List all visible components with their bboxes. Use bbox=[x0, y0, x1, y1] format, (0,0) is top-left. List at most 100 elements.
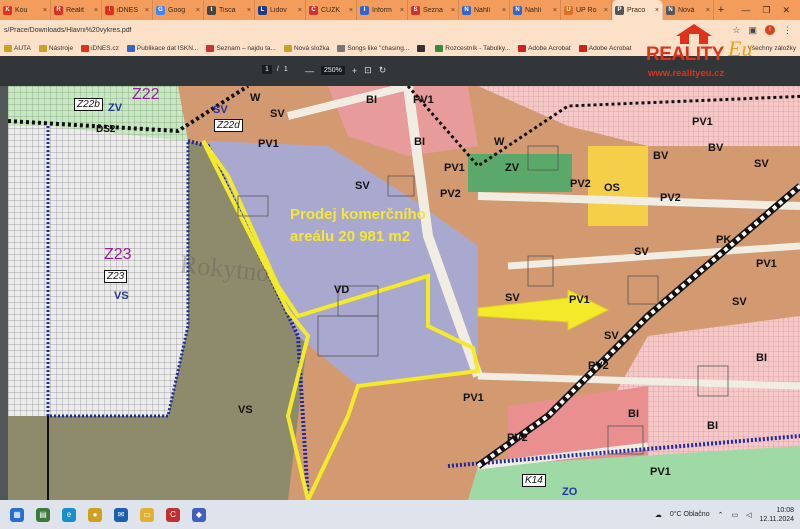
bookmark-item[interactable]: AUTA bbox=[4, 44, 31, 52]
zoom-out-button[interactable]: — bbox=[305, 66, 314, 76]
tab-close-icon[interactable]: × bbox=[196, 7, 200, 14]
bookmark-item[interactable]: Publikace dat ISKN... bbox=[126, 44, 199, 52]
browser-tab[interactable]: t Tisca × bbox=[204, 0, 255, 20]
close-button[interactable]: ✕ bbox=[782, 5, 790, 16]
tab-label: Sezna bbox=[423, 6, 443, 14]
browser-tab[interactable]: S Sezna × bbox=[408, 0, 459, 20]
bookmark-label: Publikace dat ISKN... bbox=[136, 44, 199, 52]
browser-tab[interactable]: I Inform × bbox=[357, 0, 408, 20]
browser-tab[interactable]: L Lidov × bbox=[255, 0, 306, 20]
zoom-in-button[interactable]: + bbox=[352, 66, 357, 76]
browser-tab[interactable]: Ú ÚP Ro × bbox=[561, 0, 612, 20]
sale-annotation-line2: areálu 20 981 m2 bbox=[290, 228, 411, 245]
map-label: ZO bbox=[562, 486, 578, 498]
start-icon[interactable]: ▦ bbox=[10, 507, 24, 522]
browser-tab[interactable]: N Nahlí × bbox=[459, 0, 510, 20]
edge-icon[interactable]: e bbox=[62, 507, 76, 522]
browser-tab[interactable]: K Kou × bbox=[0, 0, 51, 20]
browser-tab[interactable]: G Goog × bbox=[153, 0, 204, 20]
new-tab-button[interactable]: + bbox=[714, 0, 728, 20]
bookmark-label: iDNES.cz bbox=[91, 44, 119, 52]
tab-close-icon[interactable]: × bbox=[400, 7, 404, 14]
tab-close-icon[interactable]: × bbox=[349, 7, 353, 14]
bookmark-item[interactable]: Rozcestník - Tabulky... bbox=[435, 44, 510, 52]
page-control: 1 / 1 bbox=[262, 65, 288, 74]
url-field[interactable]: s/Prace/Downloads/Hlavni%20vykres.pdf bbox=[0, 27, 560, 34]
mail-icon[interactable]: ✉ bbox=[114, 507, 128, 522]
restore-button[interactable]: ❐ bbox=[762, 5, 770, 16]
bookmark-item[interactable]: Adobe Acrobat bbox=[578, 44, 631, 52]
bookmark-item[interactable]: Nástroje bbox=[38, 44, 73, 52]
tab-label: Nahlí bbox=[474, 6, 491, 14]
ccleaner-icon[interactable]: C bbox=[166, 507, 180, 522]
weather-icon[interactable]: ☁ bbox=[655, 511, 662, 519]
tab-close-icon[interactable]: × bbox=[502, 7, 506, 14]
browser-tab[interactable]: N Nahlí × bbox=[510, 0, 561, 20]
tab-favicon-icon: S bbox=[411, 5, 420, 15]
bookmark-item[interactable]: Nová složka bbox=[283, 44, 329, 52]
bookmark-item[interactable]: Seznam – najdu ta... bbox=[206, 44, 276, 52]
map-label: ZV bbox=[108, 102, 123, 114]
network-icon[interactable]: ▭ bbox=[731, 511, 738, 519]
tab-close-icon[interactable]: × bbox=[43, 7, 47, 14]
tab-close-icon[interactable]: × bbox=[451, 7, 455, 14]
reality-eu-logo: REALITY Eu www.realityeu.cz bbox=[646, 20, 776, 82]
clock[interactable]: 10:08 12.11.2024 bbox=[759, 506, 794, 524]
map-label: PV2 bbox=[440, 188, 461, 200]
tab-favicon-icon: K bbox=[3, 5, 12, 15]
tray-chevron-icon[interactable]: ⌃ bbox=[718, 511, 724, 519]
map-label: PV1 bbox=[463, 392, 484, 404]
map-label: PV1 bbox=[569, 294, 590, 306]
browser-tab[interactable]: N Nová × bbox=[663, 0, 714, 20]
tab-close-icon[interactable]: × bbox=[604, 7, 608, 14]
box-label-z22b: Z22b bbox=[74, 98, 103, 111]
weather-text[interactable]: 0°C Oblačno bbox=[670, 511, 710, 518]
tab-favicon-icon: N bbox=[513, 5, 522, 15]
tab-close-icon[interactable]: × bbox=[298, 7, 302, 14]
bookmark-item[interactable]: iDNES.cz bbox=[81, 44, 119, 52]
zone-label-z23: Z23 bbox=[104, 246, 132, 263]
sale-annotation-line1: Prodej komerčního bbox=[290, 206, 426, 223]
tab-label: Kou bbox=[15, 6, 28, 14]
tab-favicon-icon: Ú bbox=[564, 5, 573, 15]
browser-tab[interactable]: Č ČÚZK × bbox=[306, 0, 357, 20]
rotate-icon[interactable]: ↻ bbox=[379, 65, 387, 76]
bookmark-item[interactable] bbox=[417, 44, 427, 52]
fit-page-icon[interactable]: ⊡ bbox=[364, 65, 372, 76]
pdf-left-gutter bbox=[0, 86, 8, 500]
bookmark-icon bbox=[578, 44, 587, 52]
tab-close-icon[interactable]: × bbox=[94, 7, 98, 14]
widgets-icon[interactable]: ▤ bbox=[36, 507, 50, 522]
bookmark-label: Adobe Acrobat bbox=[528, 44, 571, 52]
bookmark-item[interactable]: Adobe Acrobat bbox=[518, 44, 571, 52]
taskbar-icons: ▦ ▤ e ● ✉ ▭ C ◆ bbox=[0, 507, 206, 522]
explorer-icon[interactable]: ▭ bbox=[140, 507, 154, 522]
tab-close-icon[interactable]: × bbox=[553, 7, 557, 14]
tab-close-icon[interactable]: × bbox=[655, 7, 659, 14]
tab-favicon-icon: I bbox=[360, 5, 369, 15]
menu-icon[interactable]: ⋮ bbox=[783, 25, 792, 36]
store-icon[interactable]: ◆ bbox=[192, 507, 206, 522]
browser-tab[interactable]: P Praco × bbox=[612, 0, 663, 20]
page-number-input[interactable]: 1 bbox=[262, 65, 272, 74]
volume-icon[interactable]: ◁ bbox=[746, 511, 751, 519]
zoom-control: — 250% + ⊡ ↻ bbox=[305, 65, 386, 76]
map-label: BI bbox=[628, 408, 639, 420]
zoom-level-input[interactable]: 250% bbox=[321, 66, 345, 75]
tab-close-icon[interactable]: × bbox=[145, 7, 149, 14]
tab-favicon-icon: R bbox=[54, 5, 63, 15]
tab-close-icon[interactable]: × bbox=[706, 7, 710, 14]
browser-tab[interactable]: i iDNES × bbox=[102, 0, 153, 20]
tab-favicon-icon: N bbox=[666, 5, 675, 15]
bookmark-icon bbox=[337, 44, 346, 52]
minimize-button[interactable]: — bbox=[741, 5, 750, 15]
map-label: SV bbox=[355, 180, 370, 192]
chrome-icon[interactable]: ● bbox=[88, 507, 102, 522]
map-label: PV2 bbox=[570, 178, 591, 190]
bookmark-item[interactable]: Songs like "chasing... bbox=[337, 44, 409, 52]
tab-label: Realit bbox=[66, 6, 84, 14]
browser-tab[interactable]: R Realit × bbox=[51, 0, 102, 20]
map-label: DS2 bbox=[96, 124, 116, 135]
tab-close-icon[interactable]: × bbox=[247, 7, 251, 14]
map-label: SV bbox=[754, 158, 769, 170]
